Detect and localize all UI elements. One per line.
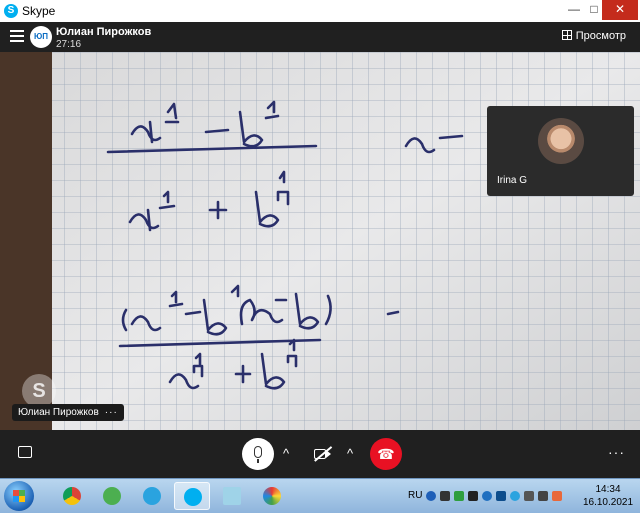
call-header: ЮП Юлиан Пирожков 27:16 Просмотр [0,22,640,52]
audio-options-chevron-icon[interactable]: ^ [276,444,296,464]
self-view-name: Irina G [497,175,528,186]
taskbar-notepad[interactable] [214,482,250,510]
call-controls: ^ ^ ☎ ··· [0,430,640,478]
clock-date: 16.10.2021 [582,497,634,508]
window-titlebar: S Skype — □ ✕ [0,0,640,23]
video-options-chevron-icon[interactable]: ^ [340,444,360,464]
tray-app-icon[interactable] [440,491,450,501]
microphone-button[interactable] [242,438,274,470]
skype-icon: S [4,4,18,18]
paint-icon [263,487,281,505]
caller-avatar[interactable]: ЮП [30,26,52,48]
microphone-icon [254,446,262,458]
volume-icon[interactable] [538,491,548,501]
telegram-tray-icon[interactable] [510,491,520,501]
network-icon[interactable] [468,491,478,501]
notepad-icon [223,487,241,505]
self-view-avatar [538,118,584,164]
chat-icon[interactable] [18,446,32,458]
end-call-button[interactable]: ☎ [370,438,402,470]
microphone-stem [257,459,259,463]
caller-name: Юлиан Пирожков [56,26,152,38]
start-button[interactable] [4,481,34,511]
clock-time: 14:34 [595,484,621,495]
system-clock[interactable]: 14:34 16.10.2021 [578,483,638,509]
call-timer: 27:16 [56,39,82,50]
remote-name-tag[interactable]: Юлиан Пирожков ··· [12,404,124,421]
utorrent-icon [103,487,121,505]
close-button[interactable]: ✕ [602,0,638,20]
tray-alert-icon[interactable] [552,491,562,501]
taskbar-skype[interactable] [174,482,210,510]
menu-icon[interactable] [10,30,24,42]
display-icon[interactable] [524,491,534,501]
taskbar: RU 14:34 16.10.2021 [0,478,640,513]
grid-view-icon [561,30,572,40]
more-options-icon[interactable]: ··· [608,444,625,460]
skype-icon [184,488,202,506]
taskbar-utorrent[interactable] [94,482,130,510]
self-view-tile[interactable]: Irina G [487,106,634,196]
telegram-icon [143,487,161,505]
windows-logo-icon [13,490,25,502]
language-indicator[interactable]: RU [408,490,422,501]
monitor-icon[interactable] [496,491,506,501]
remote-name-label: Юлиан Пирожков [18,407,99,418]
chrome-icon [63,487,81,505]
camera-off-button[interactable] [306,438,338,470]
skype-watermark-icon: S [22,374,56,408]
window-title: Skype [22,4,56,18]
taskbar-telegram[interactable] [134,482,170,510]
skype-tray-icon[interactable] [482,491,492,501]
view-button[interactable]: Просмотр [561,30,626,42]
remote-video: Irina G S Юлиан Пирожков ··· [0,52,640,430]
taskbar-chrome[interactable] [54,482,90,510]
security-icon[interactable] [454,491,464,501]
view-button-label: Просмотр [575,30,626,42]
remote-options-icon[interactable]: ··· [105,407,118,418]
taskbar-paint[interactable] [254,482,290,510]
help-icon[interactable] [426,491,436,501]
